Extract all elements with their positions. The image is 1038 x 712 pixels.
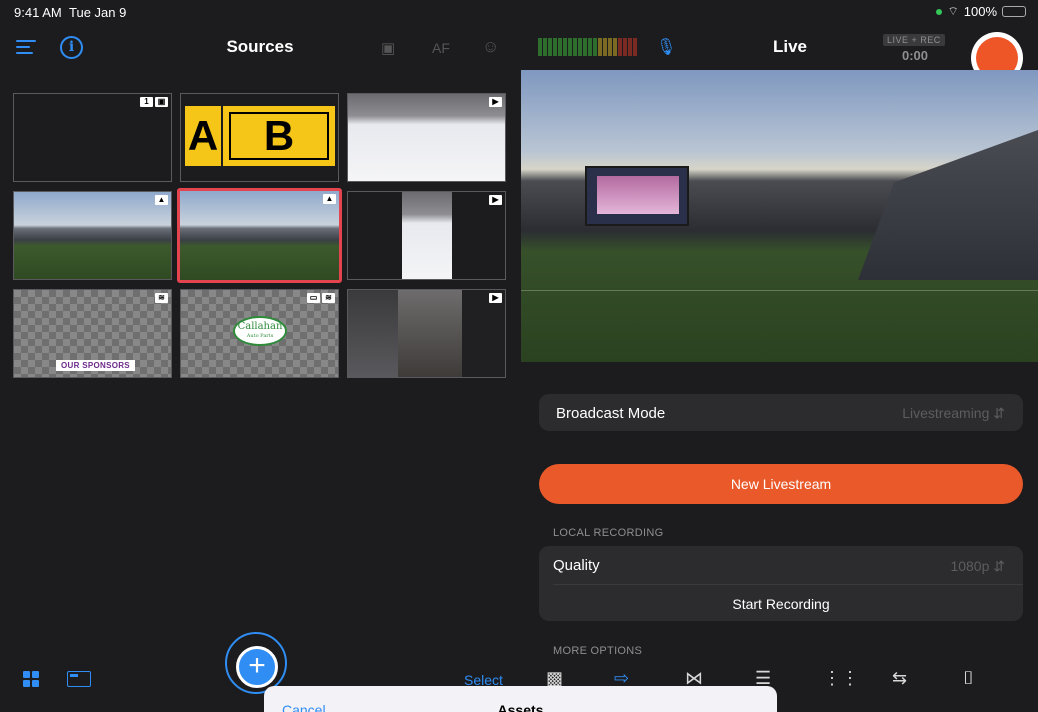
autofocus-button[interactable]: AF: [432, 40, 450, 56]
local-recording-section: LOCAL RECORDING: [553, 527, 664, 539]
image-icon: ▲: [323, 194, 336, 204]
tile-camera-1[interactable]: 1 ▣: [13, 93, 172, 182]
more-options-section: MORE OPTIONS: [553, 645, 643, 657]
layers-icon: ≋: [155, 293, 168, 303]
sheet-title: Assets: [497, 702, 544, 712]
tile-hockey-video[interactable]: ▶: [347, 93, 506, 182]
stamp-icon[interactable]: ⌷: [963, 668, 974, 689]
collage-panel: [462, 290, 505, 377]
live-preview[interactable]: [521, 70, 1038, 362]
graphic-letter-a: A: [185, 106, 221, 166]
layout-icon[interactable]: [67, 671, 91, 687]
microphone-icon[interactable]: 🎙: [656, 37, 676, 57]
tile-stadium-image-selected[interactable]: ▲: [177, 188, 342, 283]
status-date: Tue Jan 9: [69, 5, 127, 20]
sponsors-label: OUR SPONSORS: [56, 360, 135, 371]
status-right: ⌔ 100%: [936, 4, 1026, 19]
tile-hockey-vertical-video[interactable]: ▶: [347, 191, 506, 280]
video-play-icon: ▶: [489, 97, 502, 107]
stadium-scoreboard: [585, 166, 689, 226]
stadium-stands: [858, 130, 1038, 280]
new-livestream-button[interactable]: New Livestream: [539, 464, 1023, 504]
layers-icon: ≋: [322, 293, 335, 303]
battery-icon: [1002, 6, 1026, 17]
quality-label: Quality: [553, 557, 600, 574]
audio-level-meter[interactable]: [538, 38, 637, 56]
live-rec-badge: LIVE + REC: [883, 34, 945, 46]
plus-icon: +: [236, 646, 278, 688]
collage-thumbnails: [348, 290, 398, 377]
broadcast-mode-row[interactable]: Broadcast Mode Livestreaming ⇵: [539, 394, 1023, 431]
battery-percent: 100%: [963, 4, 997, 19]
tile-sponsors-overlay[interactable]: ≋ OUR SPONSORS: [13, 289, 172, 378]
tile-badges: 1 ▣: [140, 97, 168, 107]
start-recording-button[interactable]: Start Recording: [539, 596, 1023, 612]
tile-ab-graphic[interactable]: A B: [180, 93, 339, 182]
recording-timer: 0:00: [902, 48, 929, 63]
person-add-icon[interactable]: ☺: [482, 37, 499, 57]
audio-waveform-icon[interactable]: ⋮⋮: [823, 668, 859, 689]
video-camera-icon: ▣: [155, 97, 168, 107]
status-time: 9:41 AM: [14, 5, 62, 20]
camera-icon[interactable]: ▣: [381, 39, 395, 57]
status-bar: 9:41 AM Tue Jan 9 ⌔ 100%: [0, 0, 1038, 24]
image-icon: ▲: [155, 195, 168, 205]
mic-indicator-dot: [936, 8, 943, 15]
wifi-icon: ⌔: [947, 4, 959, 18]
tile-stadium-image[interactable]: ▲: [13, 191, 172, 280]
screen-icon: ▭: [307, 293, 320, 303]
broadcast-mode-value[interactable]: Livestreaming ⇵: [902, 405, 1005, 422]
tile-collage-video[interactable]: ▶: [347, 289, 506, 378]
assets-sheet: Cancel Assets: [264, 686, 777, 712]
add-source-button[interactable]: +: [225, 632, 287, 694]
grid-view-icon[interactable]: [23, 671, 39, 687]
switch-camera-icon[interactable]: ⇆: [892, 668, 907, 689]
tile-callahan-logo[interactable]: ▭ ≋ Callahan Auto Parts: [180, 289, 339, 378]
collage-presenter: [398, 290, 462, 377]
vertical-video-frame: [402, 192, 452, 279]
graphic-letter-b: B: [223, 106, 335, 166]
live-title: Live: [772, 37, 808, 56]
video-play-icon: ▶: [489, 195, 502, 205]
broadcast-mode-label: Broadcast Mode: [556, 405, 666, 422]
quality-select[interactable]: 1080p ⇵: [950, 558, 1005, 575]
sources-header: i Sources ▣ AF ☺: [0, 28, 520, 68]
video-play-icon: ▶: [489, 293, 502, 303]
camera-number-badge: 1: [140, 97, 153, 107]
divider: [553, 584, 1023, 585]
pitch-line: [521, 290, 1038, 291]
callahan-logo: Callahan Auto Parts: [233, 316, 287, 346]
